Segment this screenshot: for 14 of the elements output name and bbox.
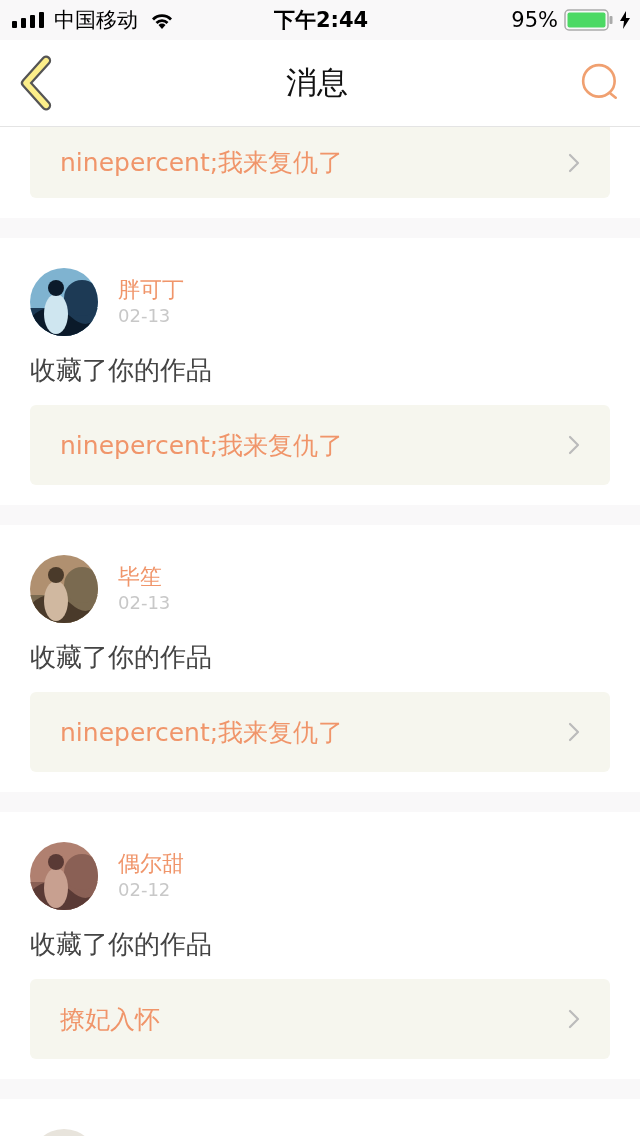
user-name[interactable]: 胖可丁: [118, 276, 184, 304]
work-link[interactable]: ninepercent;我来复仇了: [30, 692, 610, 772]
message-text: 收藏了你的作品: [30, 641, 213, 674]
clock-time: 下午2:44: [273, 7, 369, 34]
message-text: 收藏了你的作品: [30, 928, 213, 961]
work-link[interactable]: ninepercent;我来复仇了: [30, 405, 610, 485]
work-link[interactable]: ninepercent;我来复仇了: [30, 127, 610, 198]
user-name[interactable]: 毕笙: [118, 563, 171, 591]
message-text: 收藏了你的作品: [30, 354, 213, 387]
battery-percent: 95%: [511, 8, 558, 32]
work-link[interactable]: 撩妃入怀: [30, 979, 610, 1059]
page-title: 消息: [286, 63, 348, 102]
user-name[interactable]: 偶尔甜: [118, 850, 184, 878]
carrier-name: 中国移动: [54, 7, 138, 34]
